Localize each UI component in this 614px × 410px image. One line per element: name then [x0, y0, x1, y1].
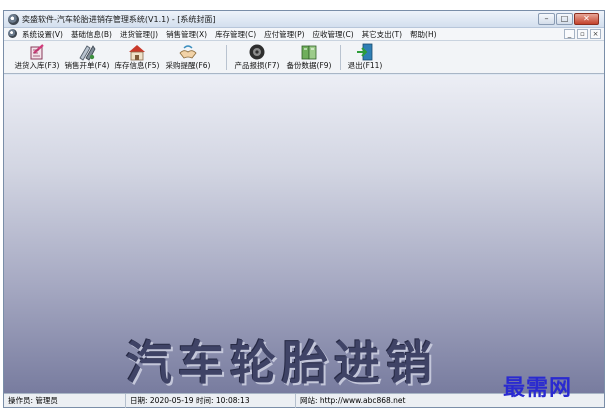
window-controls: – □ ✕	[538, 13, 599, 25]
product-damage-button[interactable]: 产品报损(F7)	[234, 43, 280, 73]
stock-in-label: 进货入库(F3)	[14, 61, 60, 70]
menu-item-payables[interactable]: 应付管理(P)	[264, 28, 304, 41]
warehouse-icon	[127, 43, 147, 61]
menu-item-inventory[interactable]: 库存管理(C)	[215, 28, 256, 41]
product-damage-icon	[247, 43, 267, 61]
title-bar[interactable]: 奕盛软件-汽车轮胎进销存管理系统(V1.1) - [系统封面] – □ ✕	[4, 11, 604, 28]
minimize-button[interactable]: –	[538, 13, 555, 25]
mdi-restore-button[interactable]: ▫	[577, 29, 588, 39]
menu-item-basic-info[interactable]: 基础信息(B)	[71, 28, 112, 41]
product-damage-label: 产品报损(F7)	[234, 61, 280, 70]
stock-in-button[interactable]: 进货入库(F3)	[14, 43, 60, 73]
backup-data-button[interactable]: 备份数据(F9)	[285, 43, 333, 73]
mdi-controls: _ ▫ ×	[564, 29, 601, 39]
close-button[interactable]: ✕	[574, 13, 599, 25]
status-operator: 操作员: 管理员	[4, 394, 126, 408]
watermark-text: 最需网	[503, 375, 573, 401]
exit-icon	[355, 43, 375, 61]
sales-order-icon	[77, 43, 97, 61]
mdi-minimize-button[interactable]: _	[564, 29, 575, 39]
toolbar-separator	[226, 45, 227, 70]
window-title: 奕盛软件-汽车轮胎进销存管理系统(V1.1) - [系统封面]	[22, 15, 216, 24]
menu-items: 系统设置(V) 基础信息(B) 进货管理(J) 销售管理(X) 库存管理(C) …	[22, 28, 445, 41]
exit-button[interactable]: 退出(F11)	[346, 43, 384, 73]
purchase-reminder-label: 采购提醒(F6)	[165, 61, 211, 70]
app-window: 奕盛软件-汽车轮胎进销存管理系统(V1.1) - [系统封面] – □ ✕ 系统…	[3, 10, 605, 408]
inventory-info-button[interactable]: 库存信息(F5)	[114, 43, 160, 73]
status-time: 时间: 10:08:13	[192, 394, 296, 408]
backup-data-label: 备份数据(F9)	[286, 61, 332, 70]
backup-icon	[299, 43, 319, 61]
maximize-button[interactable]: □	[556, 13, 573, 25]
menu-item-purchase[interactable]: 进货管理(J)	[120, 28, 158, 41]
menu-item-sales[interactable]: 销售管理(X)	[166, 28, 207, 41]
mdi-close-button[interactable]: ×	[590, 29, 601, 39]
inventory-info-label: 库存信息(F5)	[114, 61, 160, 70]
exit-label: 退出(F11)	[347, 61, 383, 70]
toolbar: 进货入库(F3) 销售开单(F4) 库存信息(F5) 采购提醒(F6) 产品报损…	[4, 41, 604, 74]
menu-item-other-expenses[interactable]: 其它支出(T)	[362, 28, 402, 41]
main-area: 汽车轮胎进销	[4, 75, 604, 393]
purchase-reminder-button[interactable]: 采购提醒(F6)	[164, 43, 212, 73]
sales-order-button[interactable]: 销售开单(F4)	[64, 43, 110, 73]
menu-item-system-settings[interactable]: 系统设置(V)	[22, 28, 63, 41]
menu-bar: 系统设置(V) 基础信息(B) 进货管理(J) 销售管理(X) 库存管理(C) …	[4, 28, 604, 41]
purchase-reminder-icon	[178, 43, 198, 61]
menu-item-receivables[interactable]: 应收管理(C)	[313, 28, 354, 41]
toolbar-separator	[340, 45, 341, 70]
menu-item-help[interactable]: 帮助(H)	[410, 28, 437, 41]
sales-order-label: 销售开单(F4)	[64, 61, 110, 70]
cover-banner-text: 汽车轮胎进销	[126, 336, 438, 390]
system-menu-icon[interactable]	[8, 29, 17, 38]
app-logo-icon[interactable]	[8, 14, 19, 25]
stock-in-icon	[27, 43, 47, 61]
status-date: 日期: 2020-05-19	[130, 396, 194, 405]
